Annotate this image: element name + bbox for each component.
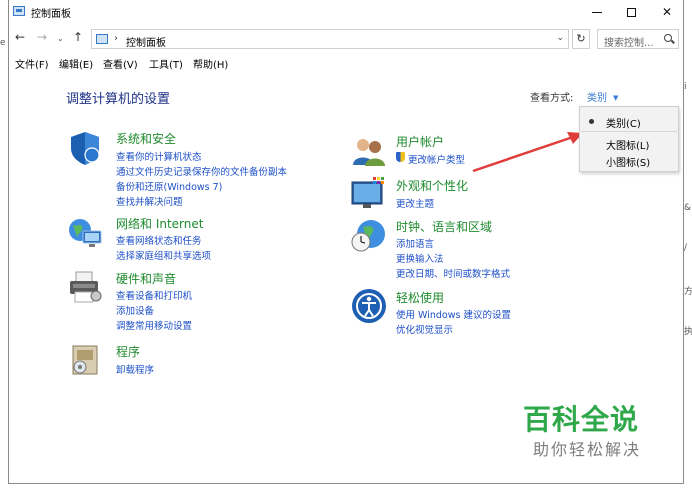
edge-char-right: i [684, 82, 687, 92]
menu-view[interactable]: 查看(V) [103, 56, 138, 71]
view-by-label: 查看方式: [530, 93, 574, 104]
chevron-down-icon[interactable]: ⌄ [556, 33, 564, 43]
search-icon[interactable] [664, 34, 672, 42]
link-uninstall-program[interactable]: 卸载程序 [116, 362, 154, 376]
watermark-logo-text: 百科全说 [523, 403, 640, 436]
menu-edit[interactable]: 编辑(E) [59, 56, 93, 71]
annotation-arrow [472, 132, 583, 173]
menu-bar: 文件(F) 编辑(E) 查看(V) 工具(T) 帮助(H) [9, 54, 683, 72]
edge-char-right: & [684, 203, 692, 213]
link-change-theme[interactable]: 更改主题 [396, 196, 434, 210]
refresh-icon: ↻ [576, 32, 586, 45]
window-title: 控制面板 [31, 9, 71, 20]
menu-file[interactable]: 文件(F) [15, 56, 49, 71]
category-title[interactable]: 外观和个性化 [396, 177, 468, 194]
watermark-slogan: 助你轻松解决 [533, 440, 642, 459]
category-clock-language-region: 时钟、语言和区域 添加语言 更换输入法 更改日期、时间或数字格式 [351, 218, 571, 282]
menu-tools[interactable]: 工具(T) [149, 56, 183, 71]
ease-of-access-icon[interactable] [351, 288, 387, 324]
category-title[interactable]: 系统和安全 [116, 130, 176, 147]
monitor-palette-icon[interactable] [351, 176, 387, 212]
edge-char-left: e [0, 38, 6, 48]
back-arrow-icon[interactable]: ← [15, 30, 25, 44]
shield-icon[interactable] [67, 130, 103, 166]
link-troubleshoot[interactable]: 查找并解决问题 [116, 194, 183, 208]
refresh-button[interactable]: ↻ [572, 29, 590, 49]
printer-icon[interactable] [67, 270, 103, 306]
link-optimize-visual-display[interactable]: 优化视觉显示 [396, 322, 453, 336]
category-title[interactable]: 网络和 Internet [116, 215, 203, 232]
close-button[interactable]: ✕ [649, 0, 685, 24]
close-icon: ✕ [661, 5, 673, 19]
link-add-device[interactable]: 添加设备 [116, 303, 154, 317]
forward-arrow-icon[interactable]: → [37, 30, 47, 44]
category-ease-of-access: 轻松使用 使用 Windows 建议的设置 优化视觉显示 [351, 288, 571, 338]
minimize-button[interactable] [579, 0, 615, 24]
chevron-down-icon[interactable]: ▼ [613, 94, 618, 102]
category-hardware-sound: 硬件和声音 查看设备和打印机 添加设备 调整常用移动设置 [67, 270, 347, 334]
link-windows-recommended-settings[interactable]: 使用 Windows 建议的设置 [396, 307, 511, 321]
edge-char-right: / [684, 243, 688, 253]
link-change-input-method[interactable]: 更换输入法 [396, 251, 444, 265]
category-system-security: 系统和安全 查看你的计算机状态 通过文件历史记录保存你的文件备份副本 备份和还原… [67, 130, 347, 210]
address-bar-row: ← → ⌄ ↑ › 控制面板 ⌄ ↻ 搜索控制... [9, 28, 683, 50]
category-title[interactable]: 程序 [116, 343, 140, 360]
breadcrumb-chevron-icon[interactable]: › [114, 33, 118, 44]
category-title[interactable]: 用户帐户 [396, 133, 444, 150]
view-by-value[interactable]: 类别 [587, 93, 607, 104]
control-panel-icon [13, 6, 25, 16]
link-homegroup[interactable]: 选择家庭组和共享选项 [116, 248, 211, 262]
programs-icon[interactable] [67, 342, 103, 378]
title-bar: 控制面板 ✕ [9, 0, 683, 24]
control-panel-icon [96, 34, 108, 44]
menu-option-large-icons[interactable]: 大图标(L) [606, 137, 649, 152]
search-input[interactable]: 搜索控制... [597, 29, 679, 49]
link-backup-restore[interactable]: 备份和还原(Windows 7) [116, 179, 222, 193]
link-network-status[interactable]: 查看网络状态和任务 [116, 233, 202, 247]
link-mobility-settings[interactable]: 调整常用移动设置 [116, 318, 192, 332]
category-network-internet: 网络和 Internet 查看网络状态和任务 选择家庭组和共享选项 [67, 215, 347, 265]
up-arrow-icon[interactable]: ↑ [73, 30, 83, 44]
edge-char-right: 方 [684, 287, 692, 297]
address-bar[interactable]: › 控制面板 ⌄ [91, 29, 569, 49]
menu-option-category[interactable]: 类别(C) [606, 115, 641, 130]
link-change-date-time-format[interactable]: 更改日期、时间或数字格式 [396, 266, 510, 280]
menu-option-small-icons[interactable]: 小图标(S) [606, 154, 650, 169]
users-icon[interactable] [351, 133, 387, 169]
category-programs: 程序 卸载程序 [67, 342, 267, 382]
link-add-language[interactable]: 添加语言 [396, 236, 434, 250]
link-devices-printers[interactable]: 查看设备和打印机 [116, 288, 192, 302]
search-placeholder: 搜索控制... [604, 38, 654, 49]
view-by-dropdown[interactable]: 类别 ▼ [587, 89, 618, 104]
menu-help[interactable]: 帮助(H) [193, 56, 228, 71]
link-file-history[interactable]: 通过文件历史记录保存你的文件备份副本 [116, 164, 287, 178]
maximize-button[interactable] [613, 0, 649, 24]
edge-char-right: 执 [684, 327, 692, 337]
minimize-icon [592, 11, 602, 13]
maximize-icon [626, 7, 636, 17]
category-title[interactable]: 轻松使用 [396, 289, 444, 306]
link-change-account-type[interactable]: 更改帐户类型 [408, 152, 465, 166]
category-title[interactable]: 时钟、语言和区域 [396, 218, 492, 235]
uac-shield-icon [396, 152, 405, 162]
recent-locations-icon[interactable]: ⌄ [57, 34, 64, 43]
breadcrumb-control-panel[interactable]: 控制面板 [126, 34, 166, 49]
page-title: 调整计算机的设置 [66, 92, 171, 107]
view-by-menu: 类别(C) 大图标(L) 小图标(S) [579, 106, 679, 172]
control-panel-window: 控制面板 ✕ ← → ⌄ ↑ › 控制面板 ⌄ ↻ 搜索控制... 文件(F) … [8, 0, 684, 484]
menu-separator [581, 131, 677, 132]
clock-globe-icon[interactable] [351, 218, 387, 254]
link-view-computer-status[interactable]: 查看你的计算机状态 [116, 149, 202, 163]
selected-bullet-icon [589, 119, 594, 124]
category-appearance: 外观和个性化 更改主题 [351, 176, 551, 216]
network-globe-icon[interactable] [67, 215, 103, 251]
category-title[interactable]: 硬件和声音 [116, 270, 176, 287]
